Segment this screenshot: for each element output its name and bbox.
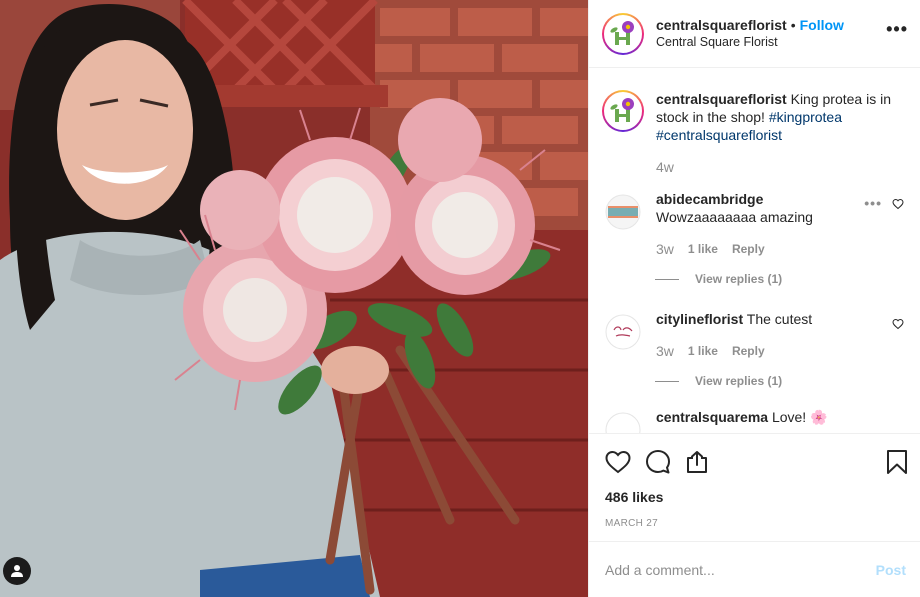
commenter-avatar[interactable] [605, 314, 641, 350]
user-icon [11, 565, 23, 577]
comments-list[interactable]: centralsquareflorist King protea is in s… [589, 68, 920, 433]
post-sidebar: centralsquareflorist • Follow Central Squa… [588, 0, 920, 597]
heart-icon[interactable] [892, 318, 904, 330]
view-replies-label: View replies (1) [695, 374, 783, 388]
comment-item: citylineflorist The cutest 3w 1 like Rep… [602, 310, 904, 360]
comment-item: centralsquarema Love! 🌸 [602, 408, 904, 433]
view-replies-button[interactable]: View replies (1) [655, 374, 904, 388]
comment-username[interactable]: citylineflorist [656, 311, 743, 327]
view-replies-label: View replies (1) [695, 272, 783, 286]
share-icon [687, 450, 707, 473]
caption-body: centralsquareflorist King protea is in s… [656, 90, 904, 176]
post-modal: centralsquareflorist • Follow Central Squa… [0, 0, 920, 597]
comment-time[interactable]: 3w [656, 342, 674, 360]
comment-item: abidecambridge Wowzaaaaaaaa amazing 3w 1… [602, 190, 904, 258]
caption-username[interactable]: centralsquareflorist [656, 91, 787, 107]
commenter-avatar[interactable] [605, 412, 641, 433]
post-photo[interactable] [0, 0, 588, 597]
account-avatar[interactable] [602, 12, 644, 55]
caption-time[interactable]: 4w [656, 158, 674, 176]
save-button[interactable] [886, 449, 910, 475]
comment-text: The cutest [746, 311, 813, 327]
comment-username[interactable]: abidecambridge [656, 191, 763, 207]
reply-button[interactable]: Reply [732, 342, 765, 360]
add-comment-bar: Post [589, 541, 920, 597]
caption: centralsquareflorist King protea is in s… [602, 68, 904, 176]
photo-image [0, 0, 588, 597]
comment-body: citylineflorist The cutest 3w 1 like Rep… [656, 310, 904, 360]
likes-count[interactable]: 486 likes [589, 489, 920, 511]
comment-username[interactable]: centralsquarema [656, 409, 768, 425]
bookmark-icon [887, 449, 907, 474]
heart-icon [605, 450, 631, 473]
commenter-avatar[interactable] [605, 194, 641, 230]
hashtag-link[interactable]: #centralsquareflorist [656, 127, 782, 143]
like-button[interactable] [605, 450, 645, 474]
comment-text: Wowzaaaaaaaa amazing [656, 209, 813, 225]
abide-avatar-icon [605, 194, 641, 230]
comment-body: centralsquarema Love! 🌸 [656, 408, 904, 433]
centralsquarema-avatar-icon [605, 412, 641, 433]
caption-avatar[interactable] [602, 90, 644, 132]
post-date[interactable]: MARCH 27 [589, 511, 920, 541]
reply-button[interactable]: Reply [732, 240, 765, 258]
comment-likes[interactable]: 1 like [688, 240, 718, 258]
header-separator: • [790, 16, 796, 33]
florist-logo-icon [610, 20, 634, 45]
add-comment-input[interactable] [605, 561, 876, 578]
action-bar [589, 433, 920, 489]
cityline-avatar-icon [605, 314, 641, 350]
view-replies-button[interactable]: View replies (1) [655, 272, 904, 286]
post-header: centralsquareflorist • Follow Central Squa… [589, 0, 920, 68]
hashtag-link[interactable]: #kingprotea [769, 109, 842, 125]
replies-divider [655, 380, 679, 382]
follow-button[interactable]: Follow [800, 17, 844, 33]
post-comment-button[interactable]: Post [876, 562, 906, 578]
comment-options-icon[interactable]: ••• [864, 195, 882, 211]
header-display-name[interactable]: Central Square Florist [656, 34, 844, 51]
comment-text: Love! 🌸 [771, 409, 828, 425]
user-tag-icon[interactable] [3, 557, 31, 585]
comment-button[interactable] [645, 449, 685, 475]
comment-likes[interactable]: 1 like [688, 342, 718, 360]
header-username[interactable]: centralsquareflorist [656, 17, 787, 33]
florist-logo-icon [610, 98, 634, 122]
comment-icon [646, 449, 670, 473]
more-icon[interactable]: ••• [886, 20, 908, 38]
share-button[interactable] [685, 450, 725, 474]
comment-time[interactable]: 3w [656, 240, 674, 258]
heart-icon[interactable] [892, 198, 904, 210]
replies-divider [655, 278, 679, 280]
